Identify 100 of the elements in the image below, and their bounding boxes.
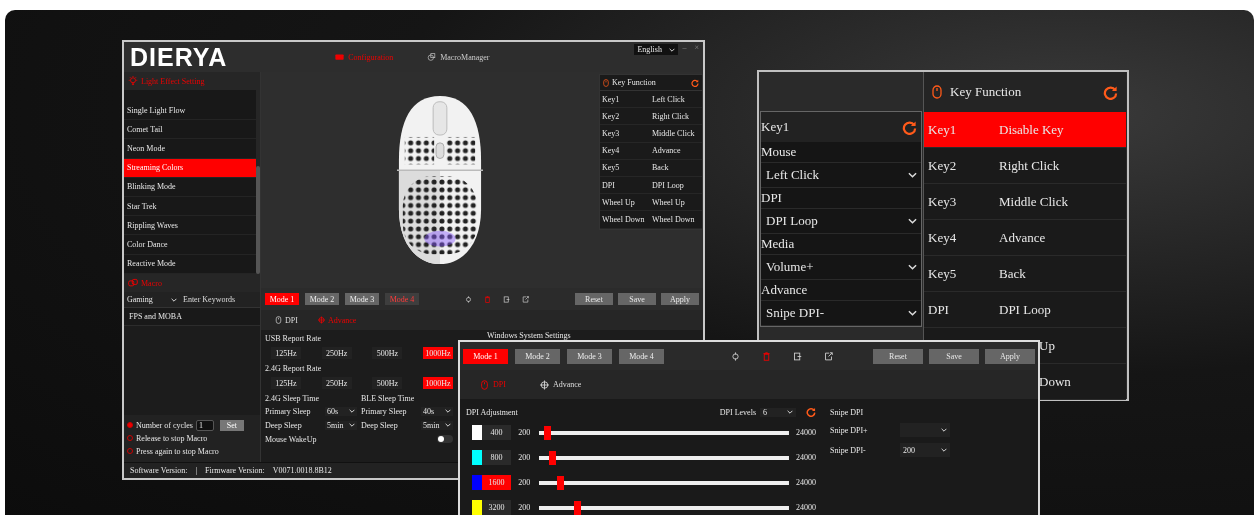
crosshair-icon [539, 379, 549, 390]
min-label: 200 [518, 478, 532, 487]
key-row[interactable]: Key1 Disable Key [924, 112, 1126, 148]
panel-title: Macro [141, 278, 162, 288]
chevron-icon [445, 409, 451, 413]
mode-tab[interactable]: Mode 1 [463, 348, 508, 364]
function-select[interactable]: Left Click [761, 163, 921, 188]
refresh-icon[interactable] [1103, 84, 1118, 100]
color-swatch[interactable] [472, 425, 482, 440]
key-row[interactable]: Key2 Right Click [924, 148, 1126, 184]
radio-label: Press again to stop Macro [136, 446, 219, 456]
import-icon[interactable] [793, 351, 802, 361]
snipe-select[interactable]: 200 [900, 443, 950, 457]
mode-tab[interactable]: Mode 3 [345, 293, 379, 305]
chevron-icon [941, 428, 947, 432]
chevron-icon [908, 172, 917, 178]
sync-icon[interactable] [465, 295, 472, 303]
action-button[interactable]: Save [929, 348, 979, 364]
action-button[interactable]: Reset [873, 348, 923, 364]
set-button[interactable]: Set [219, 419, 244, 431]
dpi-value[interactable]: 3200 [481, 500, 512, 515]
dpi-value[interactable]: 1600 [481, 475, 512, 490]
keyword-field[interactable]: Enter Keywords [180, 292, 260, 307]
key-row[interactable]: Key4 Advance [600, 142, 702, 160]
cycles-field[interactable]: 1 [195, 419, 214, 431]
rate-option[interactable]: 1000Hz [422, 347, 453, 359]
key-row[interactable]: Key5 Back [600, 159, 702, 177]
card-icon [335, 53, 345, 61]
time-select[interactable]: 5min [325, 420, 357, 430]
slider-thumb[interactable] [544, 425, 552, 440]
dpi-value[interactable]: 400 [481, 425, 512, 440]
rate-option[interactable]: 250Hz [321, 347, 352, 359]
color-swatch[interactable] [472, 475, 482, 490]
rate-option[interactable]: 1000Hz [422, 377, 453, 389]
function-select[interactable]: Volume+ [761, 255, 921, 280]
language-select[interactable]: English [634, 44, 679, 55]
setting-label: BLE Sleep Time [361, 392, 416, 404]
function-select[interactable]: DPI Loop [761, 209, 921, 234]
nav-tab[interactable]: MacroManager [427, 52, 490, 62]
chain-icon [128, 278, 138, 288]
mode-tab[interactable]: Mode 4 [619, 348, 664, 364]
slider-thumb[interactable] [574, 500, 582, 515]
refresh-icon[interactable] [902, 119, 917, 135]
key-row[interactable]: DPI DPI Loop [924, 292, 1126, 328]
function-select[interactable]: Snipe DPI- [761, 301, 921, 326]
rate-option[interactable]: 125Hz [271, 377, 301, 389]
bulb-icon [128, 76, 138, 86]
chevron-icon [908, 310, 917, 316]
refresh-icon[interactable] [806, 407, 816, 417]
rate-option[interactable]: 500Hz [372, 347, 403, 359]
sub-tab[interactable]: Advance [539, 379, 582, 390]
color-swatch[interactable] [472, 450, 482, 465]
setting-label: Deep Sleep [361, 420, 398, 430]
color-swatch[interactable] [472, 500, 482, 515]
key-row[interactable]: Wheel Down Wheel Down [600, 211, 702, 229]
rate-option[interactable]: 250Hz [321, 377, 352, 389]
slider-thumb[interactable] [556, 475, 564, 490]
radio-button[interactable] [127, 422, 133, 428]
key-row[interactable]: DPI DPI Loop [600, 176, 702, 195]
mode-tab[interactable]: Mode 1 [265, 293, 299, 305]
sync-icon[interactable] [731, 351, 740, 361]
time-select[interactable]: 5min [421, 420, 453, 430]
minimize-button[interactable]: – [678, 43, 691, 52]
dpi-value[interactable]: 800 [481, 450, 512, 465]
toggle-switch[interactable] [437, 435, 453, 443]
action-button[interactable]: Reset [575, 293, 613, 305]
category-select[interactable]: Gaming [124, 292, 180, 307]
mode-tab[interactable]: Mode 2 [305, 293, 339, 305]
mouse-icon [275, 316, 282, 324]
export-icon[interactable] [522, 295, 529, 303]
export-icon[interactable] [824, 351, 833, 361]
key-row[interactable]: Key3 Middle Click [924, 184, 1126, 220]
action-button[interactable]: Apply [661, 293, 699, 305]
key-row[interactable]: Key1 Left Click [600, 91, 702, 109]
key-row[interactable]: Wheel Up Wheel Up [600, 194, 702, 212]
mode-tab[interactable]: Mode 3 [567, 348, 612, 364]
action-button[interactable]: Save [618, 293, 656, 305]
trash-icon[interactable] [762, 351, 771, 361]
refresh-icon[interactable] [691, 78, 699, 87]
sub-tab[interactable]: DPI [275, 315, 298, 325]
radio-label: Release to stop Macro [136, 433, 208, 443]
scrollbar[interactable] [256, 90, 260, 274]
close-button[interactable]: × [690, 43, 703, 52]
levels-select[interactable]: 6 [760, 407, 796, 417]
chevron-icon [349, 423, 355, 427]
key-row[interactable]: Key3 Middle Click [600, 125, 702, 143]
max-label: 24000 [796, 453, 816, 462]
rate-option[interactable]: 125Hz [271, 347, 301, 359]
slider-thumb[interactable] [549, 450, 557, 465]
rate-option[interactable]: 500Hz [372, 377, 403, 389]
max-label: 24000 [796, 478, 816, 487]
key-row[interactable]: Key4 Advance [924, 220, 1126, 256]
key-row[interactable]: Key2 Right Click [600, 108, 702, 126]
mode-tab[interactable]: Mode 2 [515, 348, 560, 364]
time-select[interactable]: 60s [325, 406, 357, 416]
effect-item[interactable]: Streaming Colors [124, 158, 256, 178]
time-select[interactable]: 40s [421, 406, 453, 416]
action-button[interactable]: Apply [985, 348, 1035, 364]
key-row[interactable]: Key5 Back [924, 256, 1126, 292]
import-icon[interactable] [503, 295, 510, 303]
